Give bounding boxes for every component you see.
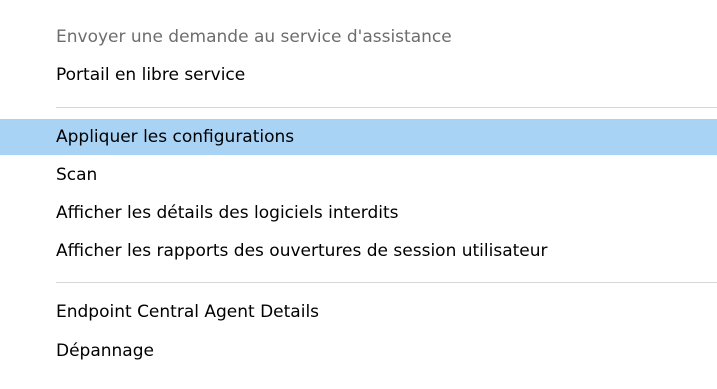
menu-item-user-logon-reports[interactable]: Afficher les rapports des ouvertures de … bbox=[0, 233, 717, 269]
menu-item-troubleshooting[interactable]: Dépannage bbox=[0, 333, 717, 369]
menu-item-self-service-portal[interactable]: Portail en libre service bbox=[0, 57, 717, 93]
menu-item-apply-configurations[interactable]: Appliquer les configurations bbox=[0, 119, 717, 155]
menu-item-send-support-request[interactable]: Envoyer une demande au service d'assista… bbox=[0, 19, 717, 55]
context-menu: Envoyer une demande au service d'assista… bbox=[0, 0, 717, 389]
menu-separator bbox=[56, 107, 717, 108]
menu-separator bbox=[56, 282, 717, 283]
menu-item-agent-details[interactable]: Endpoint Central Agent Details bbox=[0, 294, 717, 330]
menu-item-scan[interactable]: Scan bbox=[0, 157, 717, 193]
menu-item-prohibited-software-details[interactable]: Afficher les détails des logiciels inter… bbox=[0, 195, 717, 231]
